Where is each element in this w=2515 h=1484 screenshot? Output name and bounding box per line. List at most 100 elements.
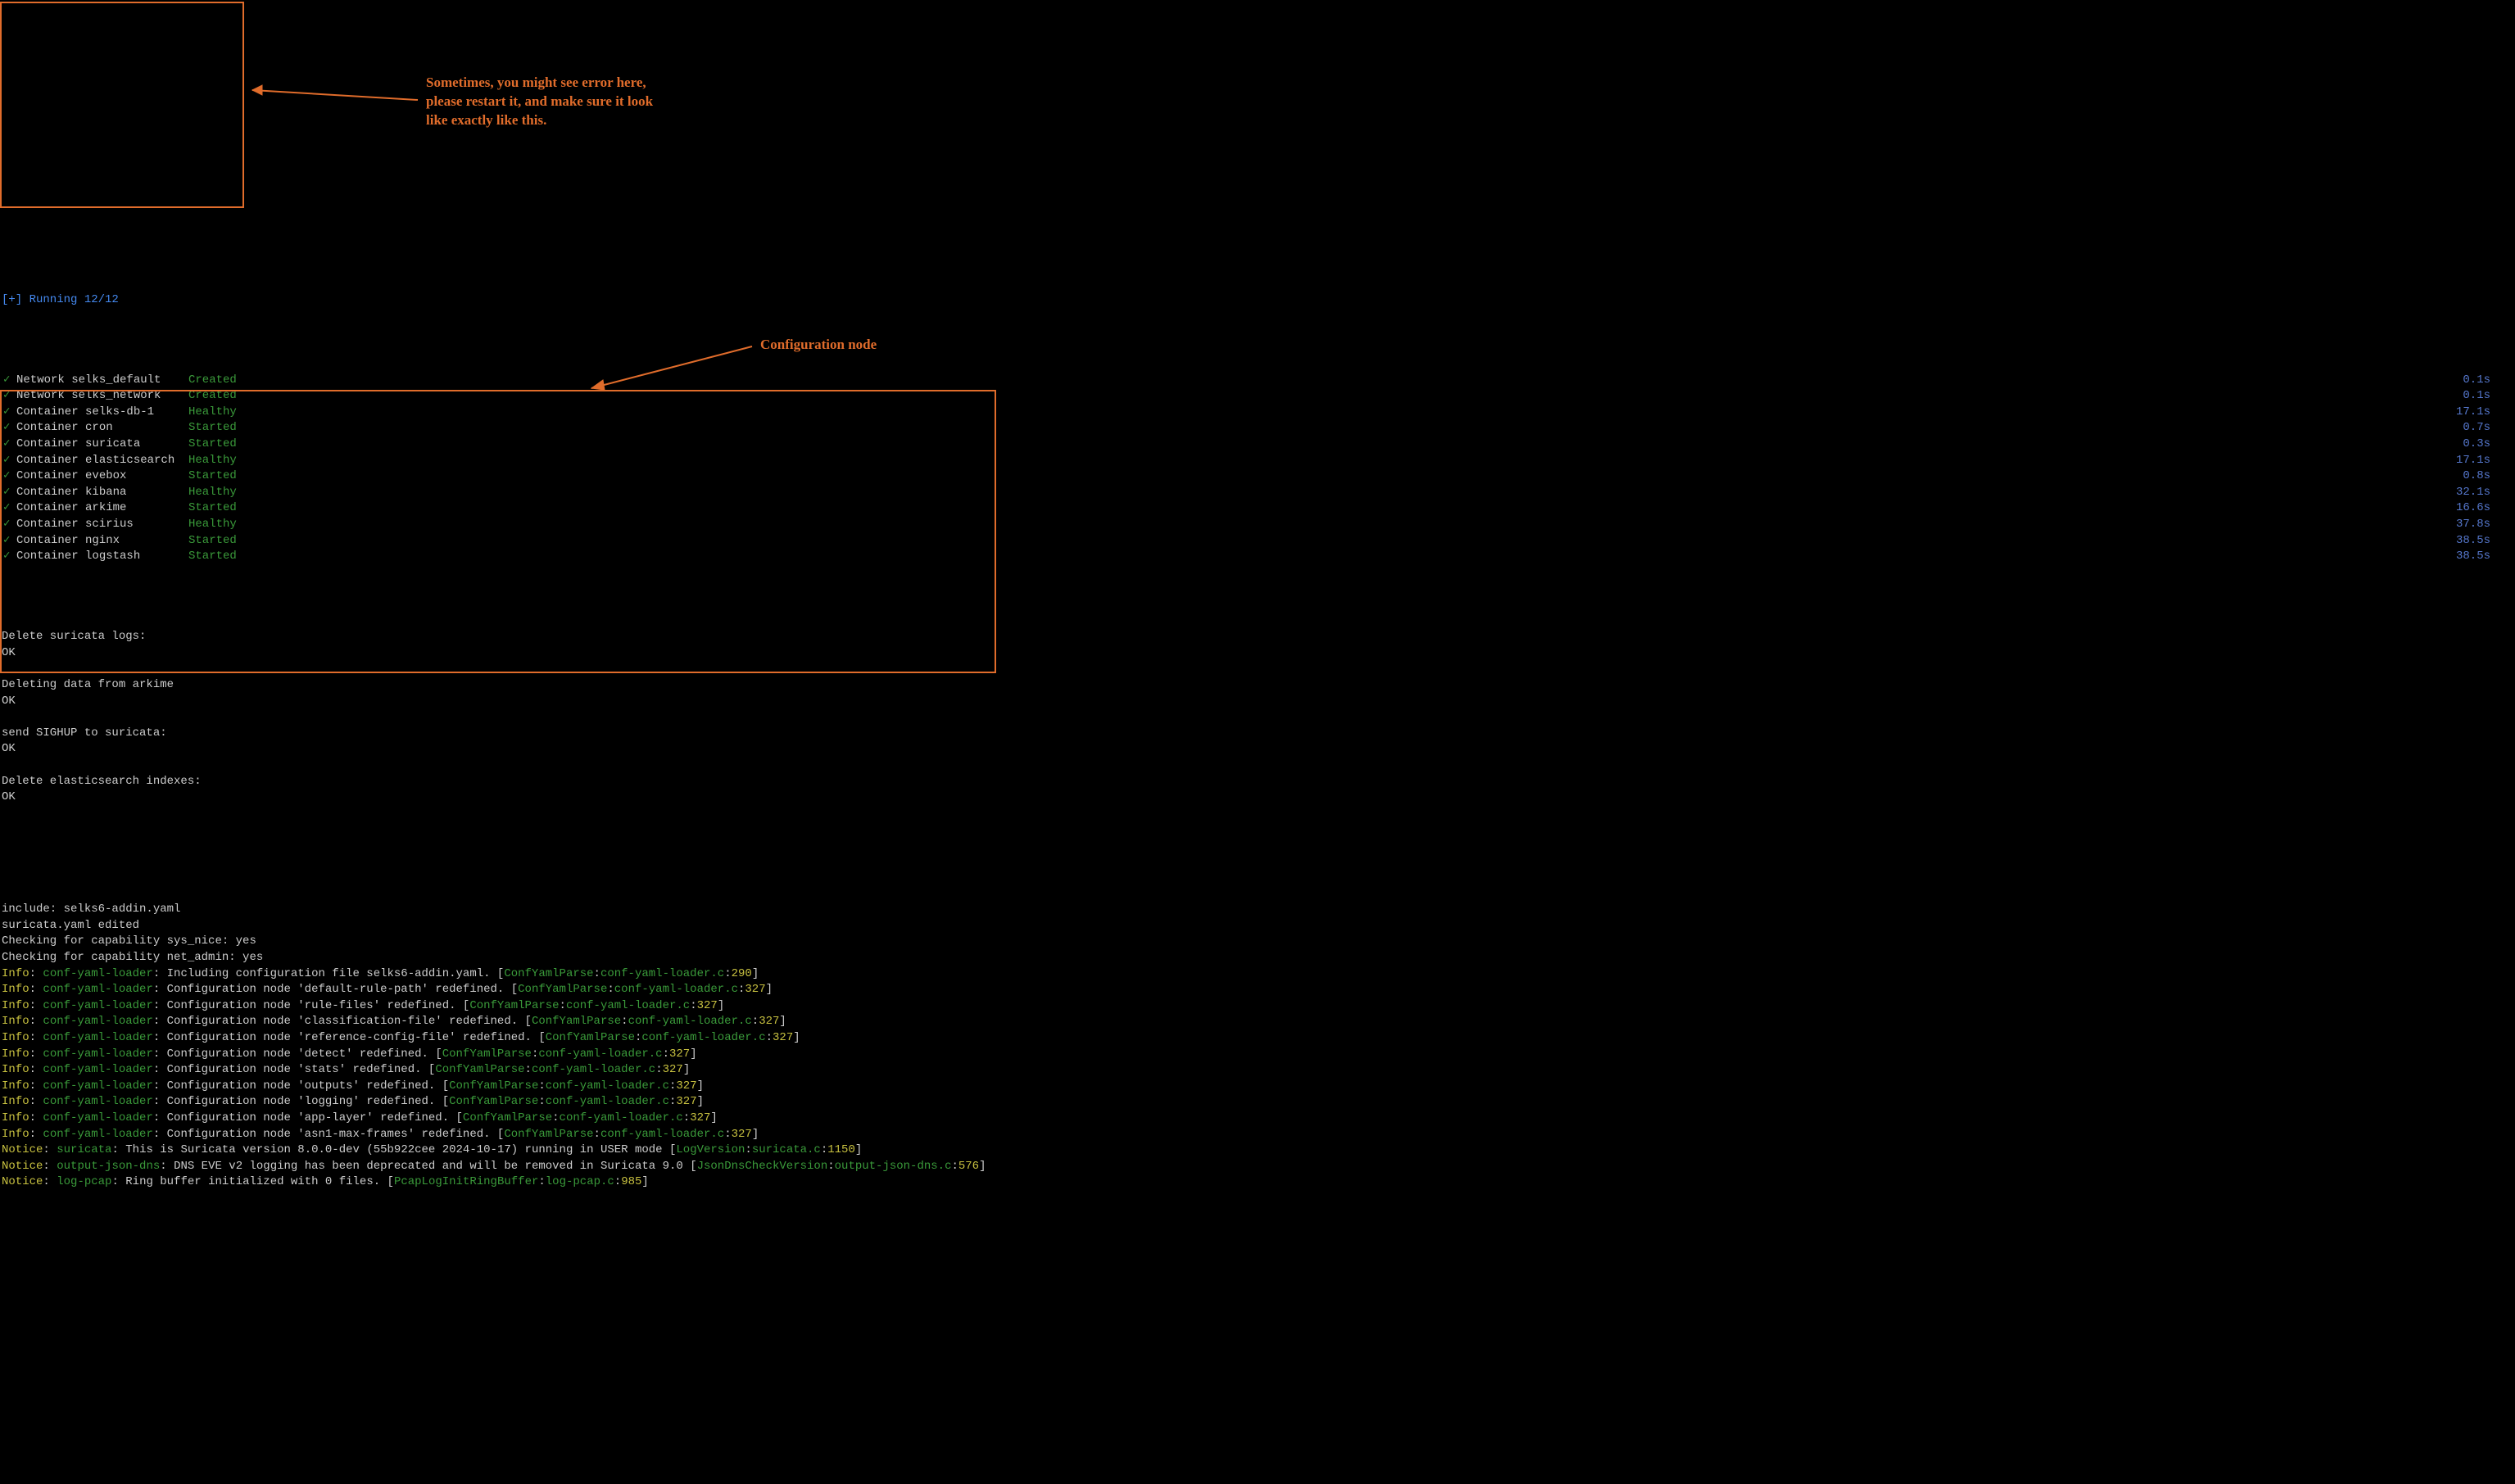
service-name: Container selks-db-1 bbox=[16, 405, 188, 421]
plain-line bbox=[0, 661, 2515, 677]
log-lineno: 327 bbox=[732, 1128, 752, 1141]
log-file: conf-yaml-loader.c bbox=[566, 999, 690, 1012]
log-message: Configuration node 'stats' redefined. bbox=[167, 1063, 428, 1076]
log-lineno: 327 bbox=[676, 1079, 696, 1093]
log-line: Info: conf-yaml-loader: Configuration no… bbox=[0, 1111, 2515, 1127]
log-message: DNS EVE v2 logging has been deprecated a… bbox=[174, 1160, 690, 1173]
check-icon: ✓ bbox=[3, 405, 16, 421]
log-file: conf-yaml-loader.c bbox=[641, 1031, 765, 1044]
log-file: output-json-dns.c bbox=[835, 1160, 952, 1173]
log-lineno: 327 bbox=[669, 1047, 690, 1061]
service-status: Started bbox=[188, 533, 242, 550]
log-line: Info: conf-yaml-loader: Configuration no… bbox=[0, 1030, 2515, 1047]
service-line: ✓Container eveboxStarted0.8s bbox=[0, 468, 2515, 485]
log-file: conf-yaml-loader.c bbox=[538, 1047, 662, 1061]
log-level: Info bbox=[2, 1063, 29, 1076]
log-line: Info: conf-yaml-loader: Configuration no… bbox=[0, 1127, 2515, 1143]
log-function: LogVersion bbox=[676, 1143, 745, 1156]
service-time: 0.1s bbox=[2463, 373, 2490, 389]
log-file: conf-yaml-loader.c bbox=[600, 967, 724, 980]
config-pre-line: suricata.yaml edited bbox=[0, 918, 2515, 934]
log-component: conf-yaml-loader bbox=[43, 1079, 152, 1093]
service-status: Healthy bbox=[188, 485, 242, 501]
service-line: ✓Container sciriusHealthy37.8s bbox=[0, 517, 2515, 533]
check-icon: ✓ bbox=[3, 517, 16, 533]
log-level: Info bbox=[2, 999, 29, 1012]
service-name: Network selks_default bbox=[16, 373, 188, 389]
terminal-output[interactable]: Sometimes, you might see error here, ple… bbox=[0, 0, 2515, 1484]
service-name: Network selks_network bbox=[16, 388, 188, 405]
check-icon: ✓ bbox=[3, 485, 16, 501]
service-name: Container kibana bbox=[16, 485, 188, 501]
log-function: ConfYamlParse bbox=[463, 1111, 552, 1124]
service-status: Started bbox=[188, 549, 242, 565]
check-icon: ✓ bbox=[3, 468, 16, 485]
log-lineno: 327 bbox=[773, 1031, 793, 1044]
service-status: Healthy bbox=[188, 405, 242, 421]
log-message: Configuration node 'app-layer' redefined… bbox=[167, 1111, 456, 1124]
log-file: conf-yaml-loader.c bbox=[628, 1015, 752, 1028]
log-message: Including configuration file selks6-addi… bbox=[167, 967, 497, 980]
docker-services-list: ✓Network selks_defaultCreated0.1s✓Networ… bbox=[0, 373, 2515, 565]
highlight-running-box bbox=[0, 2, 244, 208]
log-component: conf-yaml-loader bbox=[43, 983, 152, 996]
log-message: Configuration node 'asn1-max-frames' red… bbox=[167, 1128, 497, 1141]
service-status: Started bbox=[188, 420, 242, 437]
log-lineno: 1150 bbox=[827, 1143, 855, 1156]
log-lineno: 327 bbox=[690, 1111, 710, 1124]
service-status: Created bbox=[188, 373, 242, 389]
arrow-to-running bbox=[0, 0, 1180, 737]
config-pre-line: Checking for capability sys_nice: yes bbox=[0, 934, 2515, 950]
plain-line bbox=[0, 806, 2515, 822]
service-time: 0.3s bbox=[2463, 437, 2490, 453]
service-line: ✓Container arkimeStarted16.6s bbox=[0, 500, 2515, 517]
log-line: Info: conf-yaml-loader: Configuration no… bbox=[0, 1047, 2515, 1063]
log-component: conf-yaml-loader bbox=[43, 1047, 152, 1061]
service-name: Container elasticsearch bbox=[16, 453, 188, 469]
log-component: conf-yaml-loader bbox=[43, 1015, 152, 1028]
log-level: Info bbox=[2, 1015, 29, 1028]
log-level: Info bbox=[2, 1031, 29, 1044]
log-lineno: 327 bbox=[745, 983, 765, 996]
log-function: PcapLogInitRingBuffer bbox=[394, 1175, 538, 1188]
service-line: ✓Container kibanaHealthy32.1s bbox=[0, 485, 2515, 501]
log-file: conf-yaml-loader.c bbox=[600, 1128, 724, 1141]
check-icon: ✓ bbox=[3, 500, 16, 517]
service-status: Started bbox=[188, 500, 242, 517]
log-file: conf-yaml-loader.c bbox=[614, 983, 738, 996]
service-name: Container arkime bbox=[16, 500, 188, 517]
service-time: 17.1s bbox=[2456, 405, 2490, 421]
log-line: Info: conf-yaml-loader: Configuration no… bbox=[0, 1062, 2515, 1079]
service-status: Healthy bbox=[188, 517, 242, 533]
plain-line: Deleting data from arkime bbox=[0, 677, 2515, 694]
log-component: conf-yaml-loader bbox=[43, 967, 152, 980]
log-level: Info bbox=[2, 1079, 29, 1093]
log-lineno: 985 bbox=[621, 1175, 641, 1188]
service-time: 38.5s bbox=[2456, 549, 2490, 565]
log-message: Configuration node 'classification-file'… bbox=[167, 1015, 525, 1028]
log-function: ConfYamlParse bbox=[546, 1031, 635, 1044]
log-line: Info: conf-yaml-loader: Including config… bbox=[0, 966, 2515, 983]
service-line: ✓Container cronStarted0.7s bbox=[0, 420, 2515, 437]
log-level: Notice bbox=[2, 1175, 43, 1188]
log-component: conf-yaml-loader bbox=[43, 1111, 152, 1124]
service-line: ✓Network selks_networkCreated0.1s bbox=[0, 388, 2515, 405]
check-icon: ✓ bbox=[3, 453, 16, 469]
plain-output-block: Delete suricata logs:OK Deleting data fr… bbox=[0, 629, 2515, 838]
service-line: ✓Container elasticsearchHealthy17.1s bbox=[0, 453, 2515, 469]
service-line: ✓Container suricataStarted0.3s bbox=[0, 437, 2515, 453]
log-file: suricata.c bbox=[752, 1143, 821, 1156]
check-icon: ✓ bbox=[3, 388, 16, 405]
log-message: Configuration node 'outputs' redefined. bbox=[167, 1079, 442, 1093]
log-message: Configuration node 'reference-config-fil… bbox=[167, 1031, 539, 1044]
service-time: 0.8s bbox=[2463, 468, 2490, 485]
check-icon: ✓ bbox=[3, 437, 16, 453]
service-name: Container suricata bbox=[16, 437, 188, 453]
log-level: Info bbox=[2, 1128, 29, 1141]
log-function: ConfYamlParse bbox=[518, 983, 607, 996]
service-status: Started bbox=[188, 468, 242, 485]
log-level: Info bbox=[2, 1111, 29, 1124]
service-name: Container cron bbox=[16, 420, 188, 437]
check-icon: ✓ bbox=[3, 533, 16, 550]
log-component: suricata bbox=[57, 1143, 111, 1156]
